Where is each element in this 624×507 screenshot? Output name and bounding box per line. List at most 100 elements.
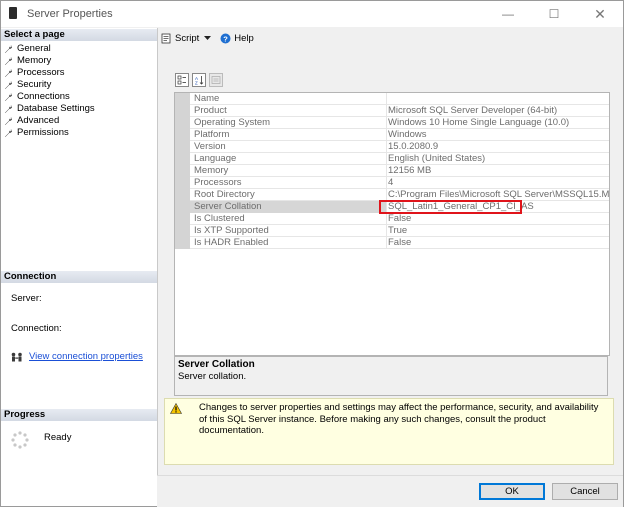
page-item-label: Processors: [17, 67, 65, 78]
script-button[interactable]: Script: [161, 33, 212, 44]
property-value: False: [386, 237, 609, 249]
warning-banner: Changes to server properties and setting…: [164, 398, 614, 465]
connection-header: Connection: [1, 271, 157, 283]
warning-text: Changes to server properties and setting…: [199, 402, 599, 436]
server-label: Server:: [11, 293, 42, 304]
page-item-security[interactable]: Security: [4, 79, 95, 91]
wrench-icon: [4, 45, 13, 54]
row-gutter: [175, 129, 190, 141]
property-grid: Name Product Microsoft SQL Server Develope…: [174, 92, 610, 356]
property-row[interactable]: Product Microsoft SQL Server Developer (6…: [175, 105, 609, 117]
script-label: Script: [175, 32, 200, 44]
property-row[interactable]: Is XTP Supported True: [175, 225, 609, 237]
property-name: Platform: [194, 129, 230, 140]
wrench-icon: [4, 81, 13, 90]
property-row[interactable]: Version 15.0.2080.9: [175, 141, 609, 153]
toolbar: Script ? Help: [161, 31, 262, 45]
row-gutter: [175, 177, 190, 189]
row-gutter: [175, 225, 190, 237]
page-item-advanced[interactable]: Advanced: [4, 115, 95, 127]
property-name: Name: [194, 93, 220, 104]
property-row[interactable]: Is Clustered False: [175, 213, 609, 225]
page-item-processors[interactable]: Processors: [4, 67, 95, 79]
row-gutter: [175, 141, 190, 153]
help-label: Help: [234, 32, 254, 44]
wrench-icon: [4, 57, 13, 66]
wrench-icon: [4, 105, 13, 114]
page-item-memory[interactable]: Memory: [4, 55, 95, 67]
page-item-database-settings[interactable]: Database Settings: [4, 103, 95, 115]
property-value: True: [386, 225, 609, 237]
wrench-icon: [4, 129, 13, 138]
property-name: Processors: [194, 177, 242, 188]
property-value: 4: [386, 177, 609, 189]
view-connection-properties[interactable]: View connection properties: [11, 351, 143, 362]
row-gutter: [175, 93, 190, 105]
svg-text:?: ?: [224, 34, 229, 43]
server-properties-window: Server Properties — ☐ ✕ Select a page Ge…: [0, 0, 624, 507]
page-item-label: Connections: [17, 91, 70, 102]
page-item-permissions[interactable]: Permissions: [4, 127, 95, 139]
property-row[interactable]: Processors 4: [175, 177, 609, 189]
row-gutter: [175, 105, 190, 117]
property-row[interactable]: Memory 12156 MB: [175, 165, 609, 177]
page-item-label: Advanced: [17, 115, 60, 126]
page-item-label: Permissions: [17, 127, 69, 138]
property-value: Windows 10 Home Single Language (10.0): [386, 117, 609, 129]
property-row[interactable]: Platform Windows: [175, 129, 609, 141]
property-row[interactable]: Language English (United States): [175, 153, 609, 165]
property-value: 12156 MB: [386, 165, 609, 177]
close-button[interactable]: ✕: [577, 1, 623, 27]
property-name: Language: [194, 153, 237, 164]
window-title: Server Properties: [27, 8, 113, 20]
property-row[interactable]: Is HADR Enabled False: [175, 237, 609, 249]
svg-text:Z: Z: [195, 81, 198, 86]
description-title: Server Collation: [178, 359, 255, 370]
property-name: Root Directory: [194, 189, 255, 200]
app-icon: [9, 7, 17, 19]
script-icon: [161, 33, 171, 43]
description-panel: Server Collation Server collation.: [174, 356, 608, 396]
property-name: Product: [194, 105, 227, 116]
warning-icon: [170, 403, 182, 414]
page-item-label: General: [17, 43, 51, 54]
property-row[interactable]: Name: [175, 93, 609, 105]
property-value: Microsoft SQL Server Developer (64-bit): [386, 105, 609, 117]
row-gutter: [175, 165, 190, 177]
progress-spinner-icon: [11, 431, 29, 449]
property-row[interactable]: Operating System Windows 10 Home Single L…: [175, 117, 609, 129]
page-item-label: Security: [17, 79, 52, 90]
property-name: Memory: [194, 165, 229, 176]
page-item-connections[interactable]: Connections: [4, 91, 95, 103]
row-gutter: [175, 237, 190, 249]
property-value: 15.0.2080.9: [386, 141, 609, 153]
cancel-button[interactable]: Cancel: [552, 483, 618, 500]
progress-status: Ready: [44, 432, 72, 443]
property-value: English (United States): [386, 153, 609, 165]
row-gutter: [175, 213, 190, 225]
property-value: False: [386, 213, 609, 225]
row-gutter: [175, 189, 190, 201]
wrench-icon: [4, 93, 13, 102]
page-item-label: Database Settings: [17, 103, 95, 114]
property-grid-toolbar: A Z: [175, 73, 226, 87]
chevron-down-icon: [204, 36, 212, 40]
help-icon: ?: [220, 33, 231, 43]
property-name: Is HADR Enabled: [194, 237, 269, 248]
categorized-view-button[interactable]: [175, 73, 189, 87]
connection-icon: [11, 352, 22, 361]
progress-header: Progress: [1, 409, 157, 421]
property-name: Is Clustered: [194, 213, 245, 224]
help-button[interactable]: ? Help: [220, 33, 254, 44]
server-collation-highlight: [379, 200, 522, 214]
minimize-button[interactable]: —: [485, 1, 531, 27]
maximize-button[interactable]: ☐: [531, 1, 577, 27]
page-item-label: Memory: [17, 55, 52, 66]
view-connection-link[interactable]: View connection properties: [29, 351, 143, 362]
property-pages-button[interactable]: [209, 73, 223, 87]
row-gutter: [175, 153, 190, 165]
ok-button[interactable]: OK: [479, 483, 545, 500]
alphabetical-view-button[interactable]: A Z: [192, 73, 206, 87]
left-pane: Select a page General Memory Processors Sec…: [1, 28, 158, 506]
page-item-general[interactable]: General: [4, 43, 95, 55]
